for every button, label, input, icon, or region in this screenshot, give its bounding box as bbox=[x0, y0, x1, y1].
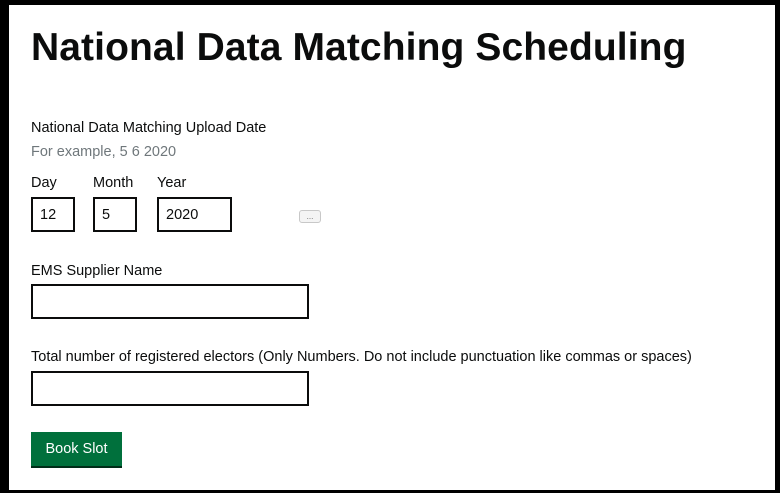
book-slot-button[interactable]: Book Slot bbox=[31, 432, 122, 466]
ems-supplier-label: EMS Supplier Name bbox=[31, 263, 163, 279]
month-label: Month bbox=[93, 175, 134, 191]
upload-date-label: National Data Matching Upload Date bbox=[31, 120, 267, 136]
day-label: Day bbox=[31, 175, 57, 191]
month-input[interactable] bbox=[93, 197, 137, 232]
year-input[interactable] bbox=[157, 197, 232, 232]
ems-supplier-input[interactable] bbox=[31, 284, 309, 319]
day-input[interactable] bbox=[31, 197, 75, 232]
date-picker-button[interactable]: ... bbox=[299, 210, 321, 223]
electors-input[interactable] bbox=[31, 371, 309, 406]
electors-label: Total number of registered electors (Onl… bbox=[31, 349, 692, 365]
year-label: Year bbox=[157, 175, 187, 191]
upload-date-hint: For example, 5 6 2020 bbox=[31, 144, 177, 160]
page-title: National Data Matching Scheduling bbox=[31, 26, 687, 69]
